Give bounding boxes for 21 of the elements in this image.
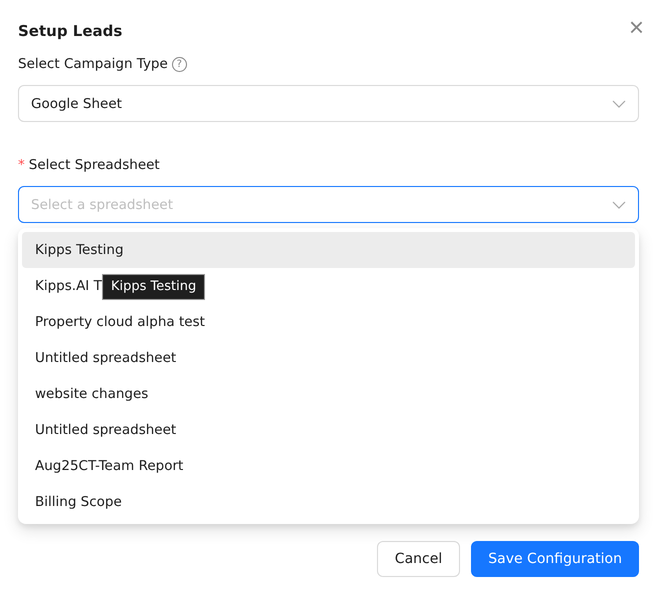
chevron-down-icon <box>612 201 626 209</box>
dropdown-option[interactable]: Kipps.AI T Kipps Testing <box>22 268 635 304</box>
close-button[interactable]: × <box>628 14 644 40</box>
dropdown-option[interactable]: Untitled spreadsheet <box>22 340 635 376</box>
campaign-type-select[interactable]: Google Sheet <box>18 85 639 122</box>
save-button[interactable]: Save Configuration <box>471 541 639 577</box>
tooltip: Kipps Testing <box>102 274 206 300</box>
cancel-button[interactable]: Cancel <box>376 541 460 577</box>
field-label: Select Campaign Type <box>18 56 168 72</box>
dropdown-option[interactable]: Billing Scope <box>22 484 635 520</box>
chevron-down-icon <box>612 100 626 108</box>
field-label: Select Spreadsheet <box>28 157 160 173</box>
dropdown-option[interactable]: Kipps Testing <box>22 232 635 268</box>
dropdown-option[interactable]: Untitled spreadsheet <box>22 412 635 448</box>
dropdown-option[interactable]: Property cloud alpha test <box>22 304 635 340</box>
dropdown-option[interactable]: Aug25CT-Team Report <box>22 448 635 484</box>
help-icon[interactable]: ? <box>172 56 187 72</box>
spreadsheet-select[interactable]: Select a spreadsheet <box>18 186 639 223</box>
required-mark: * <box>18 157 25 173</box>
dropdown-option[interactable]: website changes <box>22 376 635 412</box>
dialog-title: Setup Leads <box>18 22 122 40</box>
